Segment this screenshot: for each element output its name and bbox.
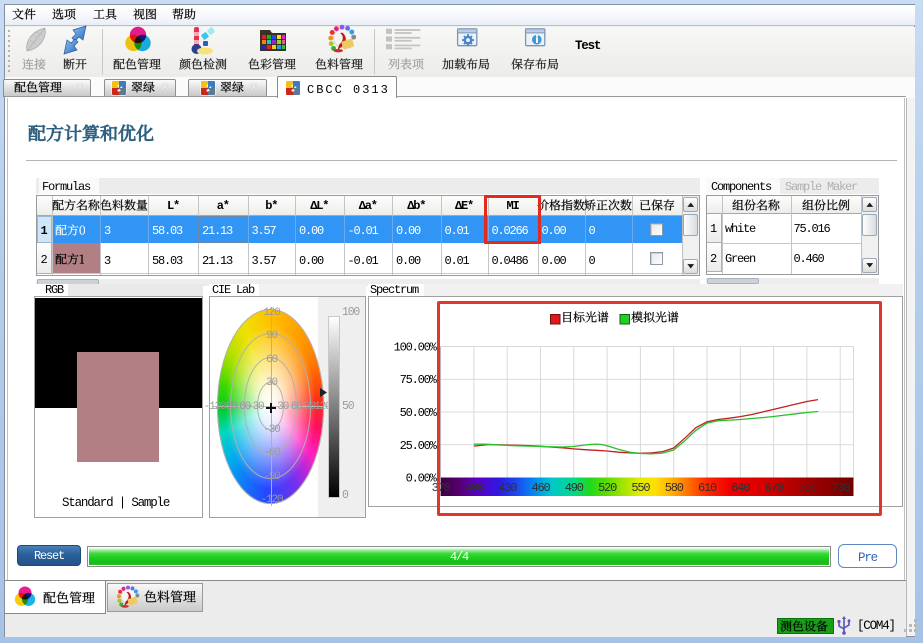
svg-text:50.00%: 50.00% [400,406,438,420]
svg-text:25.00%: 25.00% [400,439,438,453]
svg-text:100.00%: 100.00% [394,341,438,355]
svg-text:75.00%: 75.00% [400,373,438,387]
